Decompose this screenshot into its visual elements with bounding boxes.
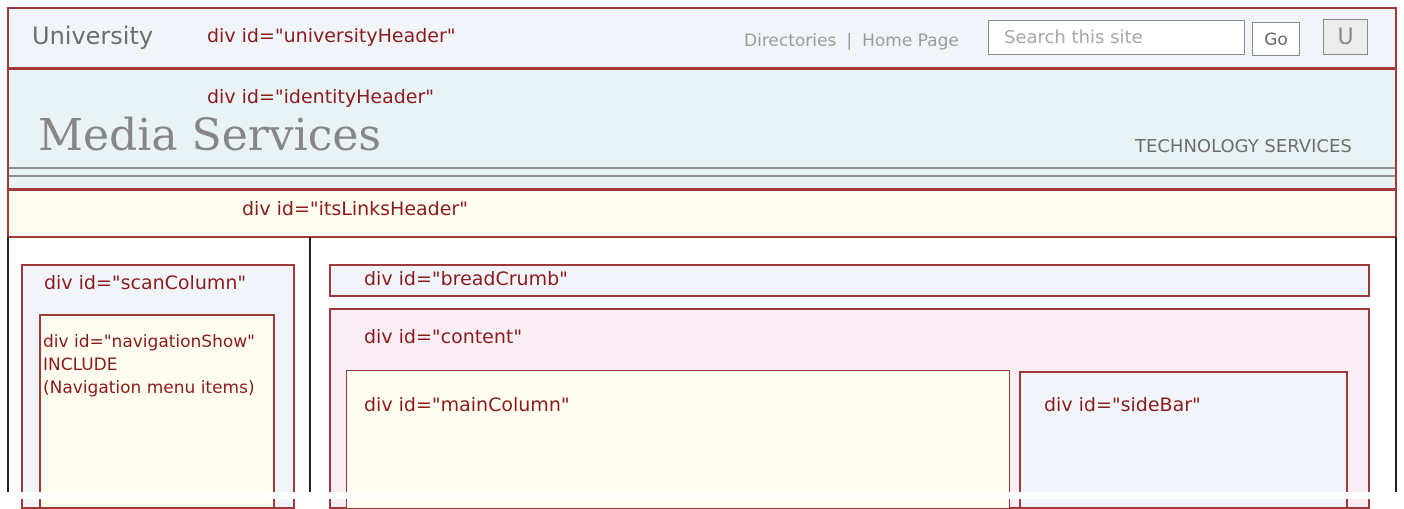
search-input[interactable]: Search this site: [988, 20, 1245, 55]
u-logo-button[interactable]: U: [1323, 19, 1368, 55]
home-page-link[interactable]: Home Page: [862, 31, 959, 51]
main-column-label: div id="mainColumn": [364, 394, 570, 416]
content-label: div id="content": [364, 326, 523, 348]
sidebar-box: [1019, 371, 1348, 509]
technology-services-label: TECHNOLOGY SERVICES: [1135, 136, 1352, 157]
breadcrumb-label: div id="breadCrumb": [364, 268, 568, 290]
frame-left-line: [7, 237, 9, 499]
university-name: University: [32, 22, 154, 50]
header-links: Directories | Home Page: [744, 31, 959, 51]
navigation-line-3: (Navigation menu items): [43, 378, 255, 398]
links-header-box: [7, 189, 1397, 238]
main-column-box: [346, 370, 1010, 509]
identity-header-label: div id="identityHeader": [207, 86, 435, 108]
frame-right-line: [1395, 237, 1397, 499]
sidebar-label: div id="sideBar": [1044, 394, 1201, 416]
directories-link[interactable]: Directories: [744, 31, 836, 51]
link-separator: |: [846, 31, 853, 51]
links-header-label: div id="itsLinksHeader": [242, 198, 468, 220]
identity-rule-bottom: [9, 175, 1395, 177]
navigation-show-text: div id="navigationShow" INCLUDE (Navigat…: [43, 331, 255, 400]
university-header-label: div id="universityHeader": [207, 25, 456, 47]
bottom-cutoff: [0, 492, 1404, 499]
identity-rule-top: [9, 167, 1395, 169]
scan-column-label: div id="scanColumn": [44, 272, 247, 294]
frame-divider-line: [309, 237, 311, 499]
navigation-line-2: INCLUDE: [43, 355, 118, 375]
go-button[interactable]: Go: [1252, 22, 1300, 56]
site-title: Media Services: [38, 110, 381, 161]
navigation-line-1: div id="navigationShow": [43, 332, 255, 352]
